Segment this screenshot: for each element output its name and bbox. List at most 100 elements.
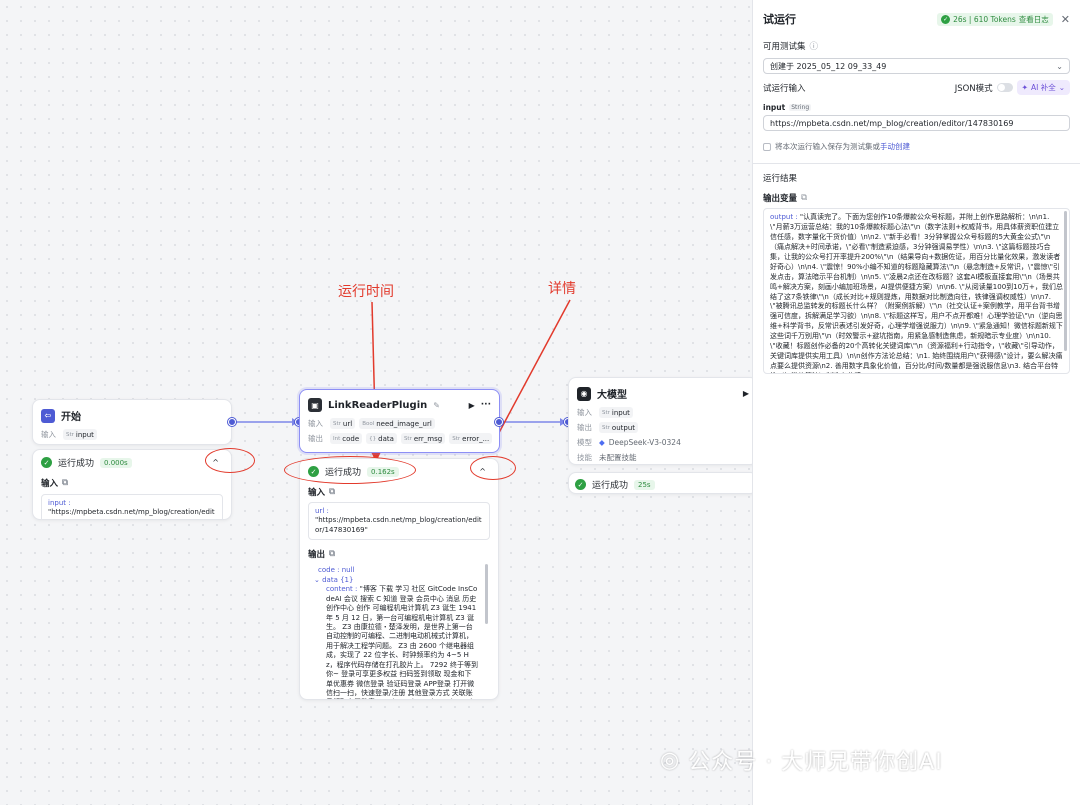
wechat-icon: ◎ [660, 747, 681, 773]
input-field-value: https://mpbeta.csdn.net/mp_blog/creation… [770, 118, 1014, 128]
plugin-icon: ▣ [308, 398, 322, 412]
plugin-output-label: 输出 [308, 434, 323, 443]
plugin-output-error: Str error_... [449, 433, 493, 444]
expand-chevron-icon[interactable]: ⌄ [314, 576, 322, 584]
save-testset-text: 将本次运行输入保存为测试集或 [775, 142, 880, 151]
chevron-down-icon: ⌄ [1056, 61, 1063, 71]
output-scrollbar[interactable] [1064, 211, 1067, 351]
start-node[interactable]: ⇦ 开始 输入 Str input [32, 399, 232, 445]
sparkle-icon: ✦ [1021, 83, 1028, 92]
llm-input-var: Str input [599, 407, 633, 418]
more-icon[interactable]: ··· [481, 400, 491, 410]
run-node-icon[interactable]: ▶ [469, 401, 475, 410]
llm-output-var: Str output [599, 422, 639, 433]
chevron-down-icon: ⌄ [1058, 83, 1065, 92]
info-icon: ⓘ [809, 42, 819, 52]
copy-icon[interactable]: ⧉ [801, 193, 807, 203]
output-value: "认真读完了。下面为您创作10条爆款公众号标题，并附上创作思路解析：\n\n1.… [770, 213, 1063, 373]
testset-select[interactable]: 创建于 2025_05_12 09_33_49 ⌄ [763, 58, 1070, 74]
llm-model-name: DeepSeek-V3-0324 [608, 438, 681, 447]
copy-icon[interactable]: ⧉ [329, 549, 335, 559]
llm-output-label: 输出 [577, 423, 592, 432]
start-input-var: Str input [63, 429, 97, 440]
plugin-result-input-label: 输入 [308, 488, 326, 498]
start-icon: ⇦ [41, 408, 55, 423]
json-mode-label: JSON模式 [954, 83, 993, 94]
ai-fill-button[interactable]: ✦ AI 补全 ⌄ [1016, 80, 1070, 95]
trial-input-label: 试运行输入 [763, 83, 806, 94]
link-reader-plugin-node[interactable]: ▣ LinkReaderPlugin ✎ ▶ ··· 输入 Str url Boo… [299, 389, 500, 453]
panel-title: 试运行 [763, 13, 796, 26]
panel-divider [753, 163, 1080, 164]
success-check-icon: ✓ [941, 14, 951, 24]
view-log-link[interactable]: 查看日志 [1019, 14, 1049, 25]
input-field-name: input [763, 103, 786, 112]
annotation-circle-start-chevron [205, 448, 255, 473]
manual-create-link[interactable]: 手动创建 [880, 141, 910, 152]
testset-label: 可用测试集 [763, 42, 806, 52]
plugin-result-input-key: url : [315, 507, 329, 515]
plugin-input-need-image-url: Bool need_image_url [359, 418, 435, 429]
trial-run-panel: 试运行 ✓ 26s | 610 Tokens 查看日志 ✕ 可用测试集 ⓘ 创建于… [752, 0, 1080, 805]
input-field[interactable]: https://mpbeta.csdn.net/mp_blog/creation… [763, 115, 1070, 131]
json-mode-toggle[interactable] [996, 83, 1013, 92]
start-node-title: 开始 [61, 412, 81, 423]
save-testset-checkbox[interactable] [763, 142, 771, 151]
run-stats-badge: ✓ 26s | 610 Tokens 查看日志 [937, 12, 1053, 26]
plugin-result-content-value: "博客 下载 学习 社区 GitCode InsCodeAI 会议 搜索 C 知… [326, 585, 478, 699]
copy-icon[interactable]: ⧉ [62, 478, 68, 488]
deepseek-icon: ◆ [599, 438, 605, 447]
start-input-label: 输入 [41, 430, 56, 439]
plugin-result-data: data {1} [322, 575, 354, 584]
copy-icon[interactable]: ⧉ [329, 487, 335, 497]
plugin-input-label: 输入 [308, 419, 323, 428]
llm-result-card: ✓ 运行成功 25s [568, 472, 758, 494]
run-result-label: 运行结果 [763, 174, 798, 184]
annotation-arrow-details [493, 299, 571, 443]
plugin-node-title: LinkReaderPlugin [328, 399, 428, 411]
llm-result-time: 25s [634, 479, 655, 490]
output-scrollbar[interactable] [485, 564, 488, 625]
annotation-run-time: 运行时间 [338, 284, 394, 300]
plugin-result-content-key: content : [326, 585, 358, 594]
annotation-circle-plugin-time [284, 456, 416, 484]
plugin-output-err-msg: Str err_msg [400, 433, 446, 444]
plugin-output-port[interactable] [495, 418, 503, 426]
edit-icon[interactable]: ✎ [433, 401, 440, 410]
output-var-label: 输出变量 [763, 194, 798, 204]
llm-node[interactable]: ◉ 大模型 ▶ 输入 Str input 输出 Str output 模型 ◆ DeepSe… [568, 377, 758, 465]
watermark-text: 公众号 · 大师兄带你创AI [688, 750, 943, 775]
input-type-tag: String [789, 104, 812, 111]
llm-skill-label: 技能 [577, 453, 592, 462]
start-output-port[interactable] [228, 418, 236, 426]
llm-input-label: 输入 [577, 408, 592, 417]
start-result-section-label: 输入 [41, 479, 59, 489]
close-icon[interactable]: ✕ [1061, 13, 1070, 26]
plugin-output-code: Int code [330, 433, 363, 444]
plugin-result-card: ✓ 运行成功 0.162s ^ 输入 ⧉ url : "https://mpbet… [299, 458, 499, 700]
llm-skill-value: 未配置技能 [599, 453, 637, 462]
plugin-result-input-value: "https://mpbeta.csdn.net/mp_blog/creatio… [315, 516, 482, 534]
output-key: output : [770, 213, 798, 221]
start-result-time: 0.000s [100, 457, 132, 468]
plugin-input-url: Str url [330, 418, 356, 429]
start-result-card: ✓ 运行成功 0.000s ^ 输入 ⧉ input : "https://mpb… [32, 449, 232, 520]
run-stats: 26s | 610 Tokens [953, 14, 1016, 24]
plugin-result-output-box: code : null ⌄ data {1} content : "博客 下载 … [308, 564, 490, 699]
annotation-details: 详情 [548, 281, 576, 297]
output-result-box: output : "认真读完了。下面为您创作10条爆款公众号标题，并附上创作思路… [763, 208, 1070, 374]
watermark: ◎ 公众号 · 大师兄带你创AI [660, 744, 943, 776]
llm-model-label: 模型 [577, 438, 592, 447]
testset-value: 创建于 2025_05_12 09_33_49 [770, 61, 887, 71]
run-node-icon[interactable]: ▶ [743, 389, 749, 398]
annotation-circle-plugin-chevron [470, 456, 516, 480]
plugin-output-data: {} data [366, 433, 397, 444]
success-check-icon: ✓ [575, 479, 586, 490]
string-type-icon: Str [66, 431, 74, 438]
plugin-result-output-label: 输出 [308, 550, 326, 561]
plugin-result-code: code : null [318, 566, 355, 575]
llm-icon: ◉ [577, 386, 591, 401]
success-check-icon: ✓ [41, 457, 52, 468]
start-result-value: "https://mpbeta.csdn.net/mp_blog/creatio… [48, 508, 215, 519]
start-result-status: 运行成功 [58, 459, 95, 469]
